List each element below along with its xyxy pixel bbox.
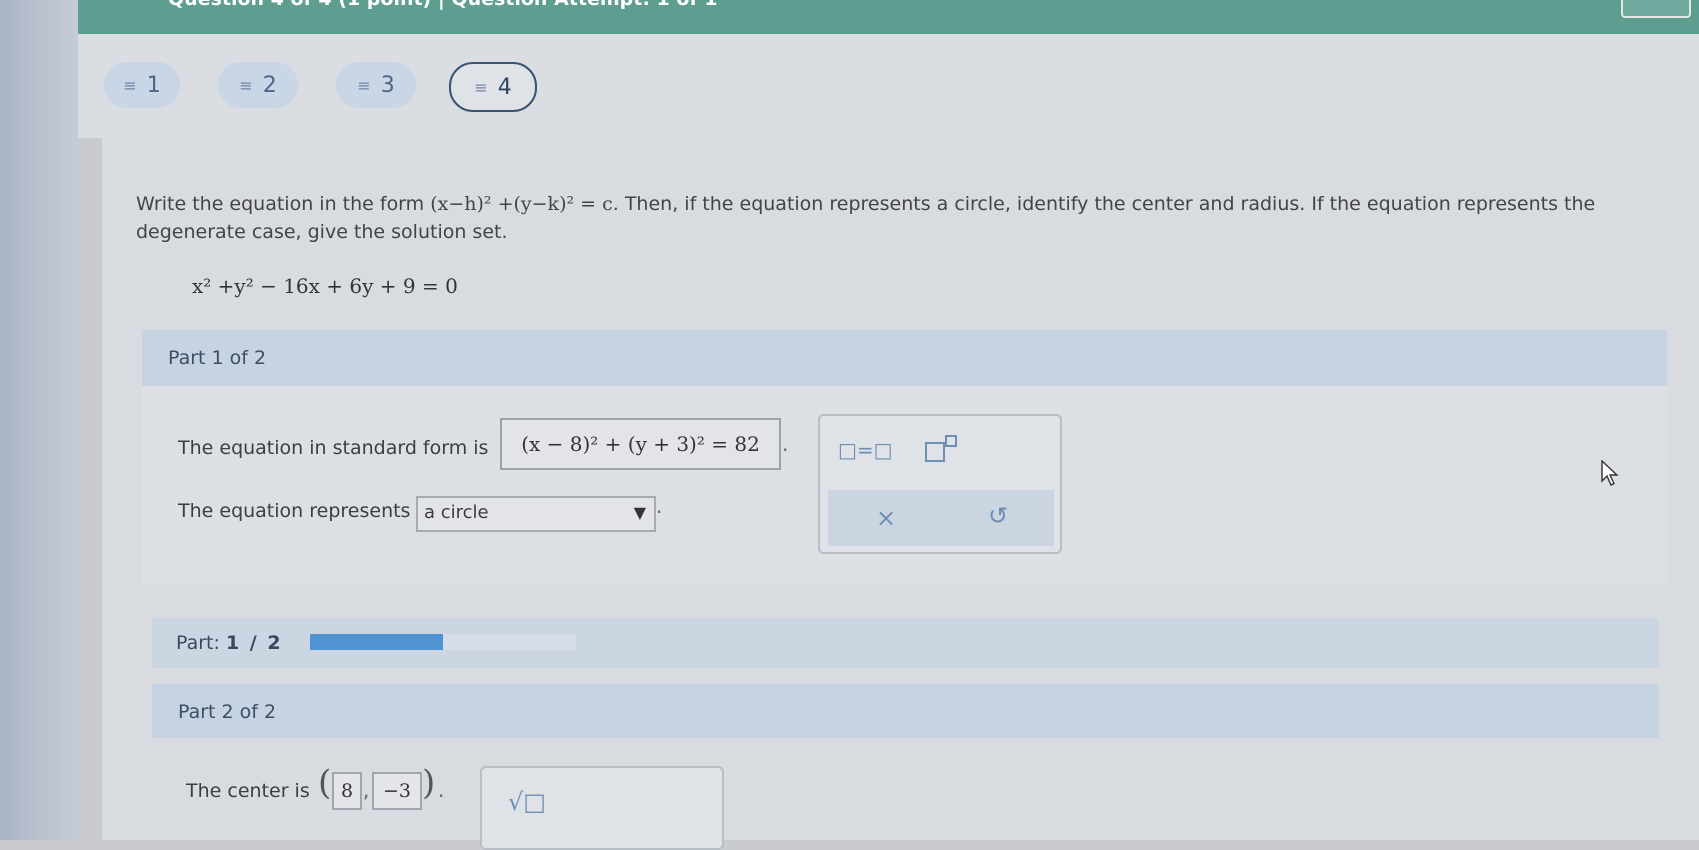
given-equation: x² +y² − 16x + 6y + 9 = 0 — [192, 274, 458, 298]
question-tab-4[interactable]: ≡ 4 — [449, 62, 537, 112]
question-tab-label: 1 — [146, 72, 161, 98]
top-header-bar: Question 4 of 4 (1 point) | Question Att… — [78, 0, 1699, 34]
prompt-intro: Write the equation in the form — [136, 193, 431, 215]
palette-actions: × ↺ — [828, 490, 1054, 546]
part2-heading: Part 2 of 2 — [178, 701, 277, 723]
center-label: The center is — [186, 780, 310, 802]
dropdown-arrow-icon: ▼ — [633, 503, 646, 522]
palette-tools: □=□ — [820, 416, 1060, 486]
question-prompt: Write the equation in the form (x−h)² +(… — [136, 190, 1656, 246]
represents-selected-value: a circle — [424, 502, 489, 523]
period: . — [782, 432, 789, 456]
superscript-template-icon[interactable] — [924, 434, 958, 469]
square-root-template-icon[interactable]: √□ — [508, 788, 546, 816]
close-paren: ) — [422, 763, 436, 803]
open-paren: ( — [318, 763, 332, 803]
list-icon: ≡ — [123, 75, 137, 95]
part1-header: Part 1 of 2 — [142, 330, 1667, 386]
center-x-input[interactable]: 8 — [332, 772, 362, 810]
mouse-pointer-icon — [1601, 459, 1619, 490]
list-icon: ≡ — [357, 75, 371, 95]
progress-label: Part: 1 / 2 — [176, 632, 283, 654]
progress-prefix: Part: — [176, 632, 220, 654]
math-palette: □=□ × ↺ — [818, 414, 1062, 554]
part1-heading: Part 1 of 2 — [168, 347, 267, 369]
part2-header: Part 2 of 2 — [152, 684, 1659, 738]
progress-fill — [310, 634, 443, 650]
question-tab-1[interactable]: ≡ 1 — [104, 62, 180, 108]
progress-track — [310, 634, 576, 650]
question-tab-label: 2 — [262, 72, 277, 98]
period: . — [438, 778, 445, 802]
represents-label: The equation represents — [178, 500, 411, 522]
list-icon: ≡ — [474, 77, 488, 97]
question-tab-label: 3 — [380, 72, 395, 98]
center-y-input[interactable]: −3 — [372, 772, 422, 810]
comma: , — [363, 778, 370, 802]
prompt-form: (x−h)² +(y−k)² = c — [430, 193, 613, 215]
question-tab-2[interactable]: ≡ 2 — [218, 62, 298, 108]
header-title: Question 4 of 4 (1 point) | Question Att… — [168, 0, 718, 10]
clear-icon[interactable]: × — [876, 504, 896, 532]
math-palette-part2: √□ — [480, 766, 724, 850]
standard-form-answer[interactable]: (x − 8)² + (y + 3)² = 82 — [500, 418, 781, 470]
left-shadow — [0, 0, 78, 840]
part-progress-bar: Part: 1 / 2 — [152, 618, 1659, 668]
period: . — [656, 494, 663, 518]
undo-icon[interactable]: ↺ — [988, 502, 1008, 530]
equals-template-icon[interactable]: □=□ — [838, 438, 893, 462]
question-navigation: ≡ 1 ≡ 2 ≡ 3 ≡ 4 — [78, 34, 1699, 139]
question-tab-3[interactable]: ≡ 3 — [336, 62, 416, 108]
represents-dropdown[interactable]: a circle ▼ — [416, 496, 656, 532]
header-button[interactable] — [1621, 0, 1691, 18]
list-icon: ≡ — [239, 75, 253, 95]
progress-value: 1 / 2 — [225, 632, 283, 654]
standard-form-label: The equation in standard form is — [178, 437, 489, 459]
question-tab-label: 4 — [497, 74, 512, 100]
